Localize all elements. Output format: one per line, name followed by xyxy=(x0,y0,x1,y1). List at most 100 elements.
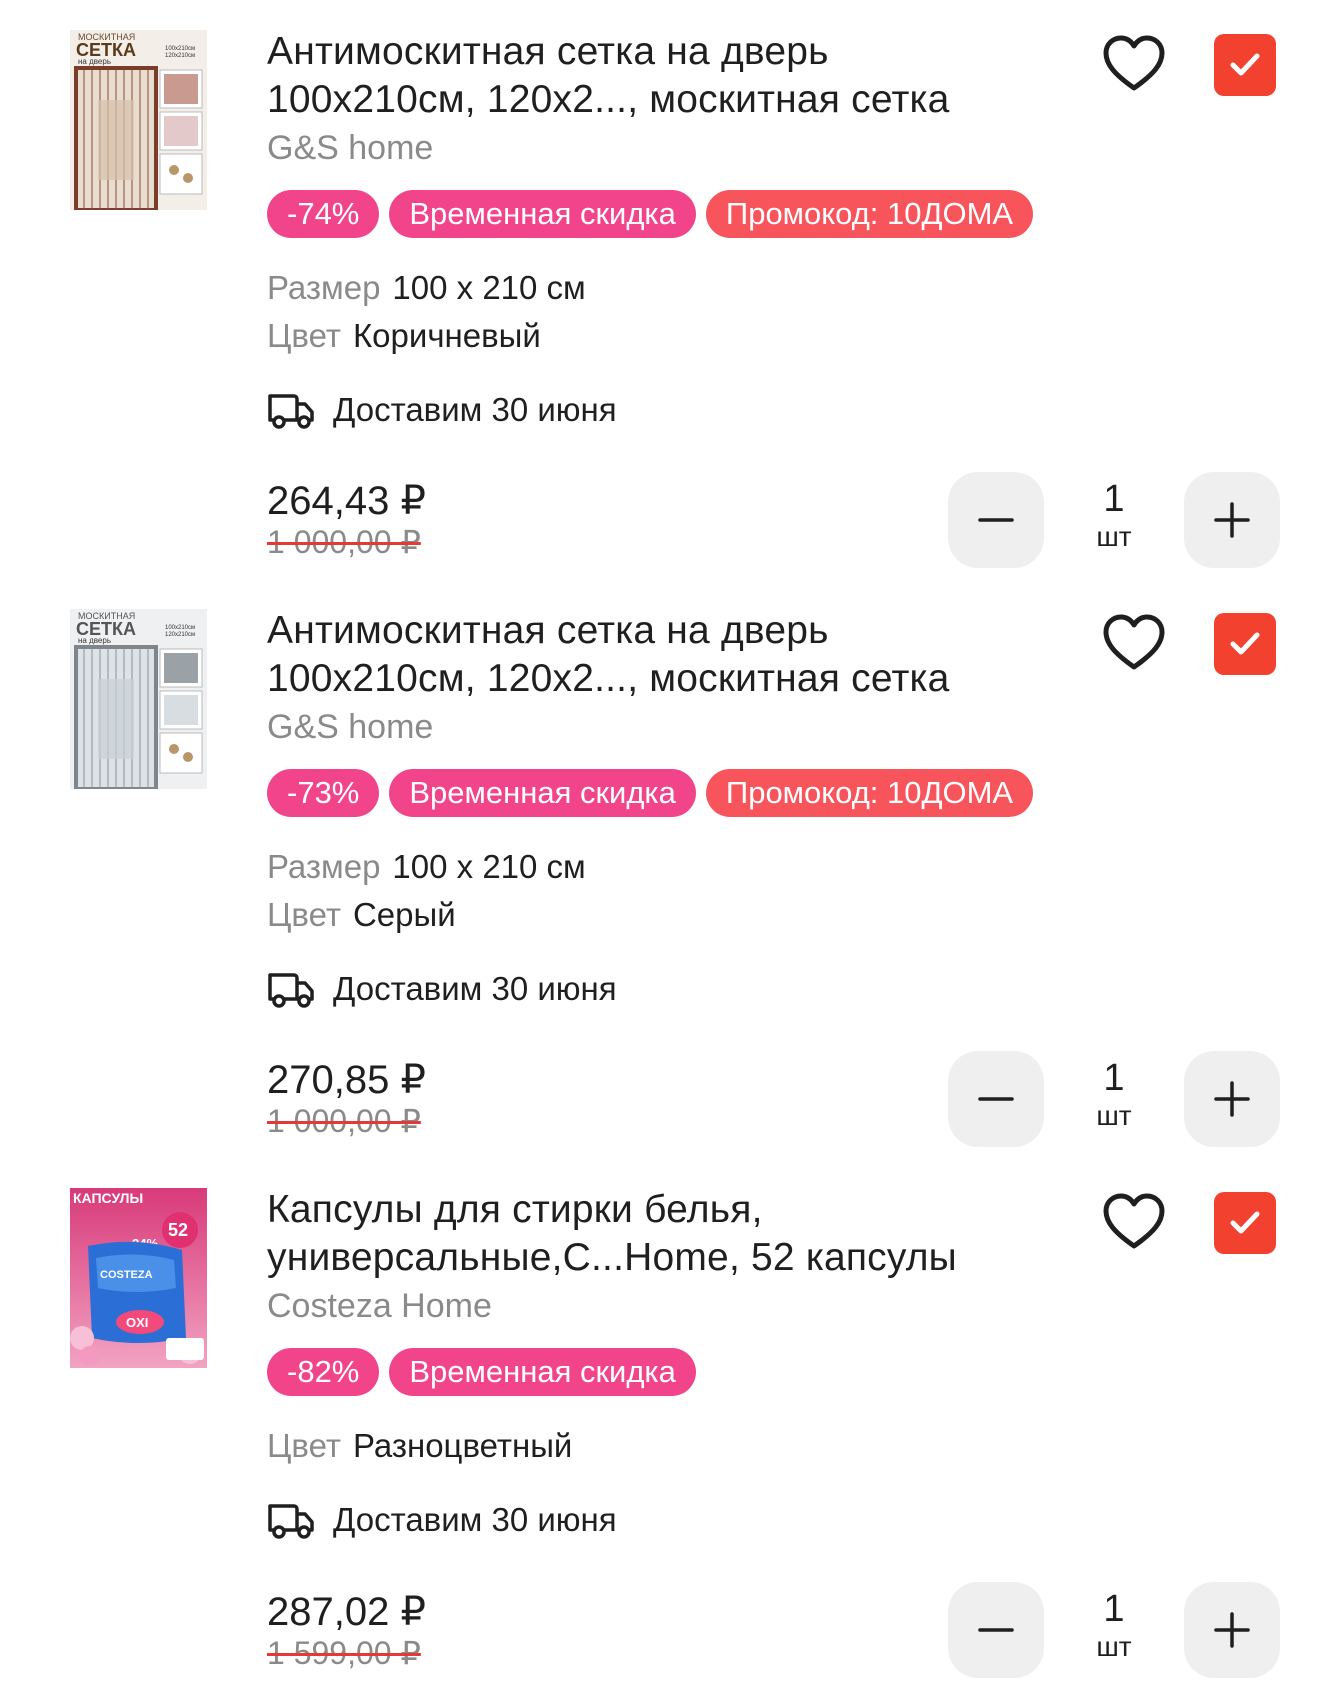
size-label: Размер xyxy=(267,848,381,885)
svg-text:OXI: OXI xyxy=(126,1315,148,1330)
temporary-discount-badge: Временная скидка xyxy=(389,190,696,238)
product-title-line: 100х210см, 120х2..., москитная сетка xyxy=(267,78,950,121)
svg-text:на дверь: на дверь xyxy=(78,636,111,645)
heart-outline-icon xyxy=(1103,35,1165,91)
quantity-unit: шт xyxy=(1096,521,1132,552)
product-title[interactable]: Антимоскитная сетка на дверь 100х210см, … xyxy=(267,607,1057,703)
product-properties: Размер 100 x 210 см Цвет Серый xyxy=(267,843,1057,939)
increase-quantity-button[interactable] xyxy=(1184,1051,1280,1147)
truck-icon xyxy=(268,1504,314,1539)
decrease-quantity-button[interactable] xyxy=(948,1051,1044,1147)
quantity-value: 1 xyxy=(1103,1057,1125,1099)
favorite-button[interactable] xyxy=(1100,30,1168,98)
color-label: Цвет xyxy=(267,896,341,933)
svg-text:100х210см: 100х210см xyxy=(165,625,195,631)
promo-code-badge: Промокод: 10ДОМА xyxy=(705,769,1034,817)
svg-text:КАПСУЛЫ: КАПСУЛЫ xyxy=(73,1190,143,1206)
plus-icon xyxy=(1214,1081,1250,1117)
decrease-quantity-button[interactable] xyxy=(948,472,1044,568)
increase-quantity-button[interactable] xyxy=(1184,1582,1280,1678)
current-price: 270,85 ₽ xyxy=(267,1058,426,1102)
product-title[interactable]: Капсулы для стирки белья, универсальные,… xyxy=(267,1186,1057,1282)
discount-badge: -73% xyxy=(267,769,380,817)
quantity-display: 1 шт xyxy=(1054,1057,1174,1133)
heart-outline-icon xyxy=(1103,614,1165,670)
heart-outline-icon xyxy=(1103,1193,1165,1249)
plus-icon xyxy=(1214,502,1250,538)
size-label: Размер xyxy=(267,269,381,306)
select-checkbox[interactable] xyxy=(1214,613,1276,675)
badges: -82% Временная скидка xyxy=(267,1348,1057,1396)
discount-badge: -74% xyxy=(267,190,380,238)
quantity-display: 1 шт xyxy=(1054,1588,1174,1664)
brand-name[interactable]: G&S home xyxy=(267,128,1057,168)
old-price: 1 599,00 ₽ xyxy=(267,1635,421,1671)
product-properties: Цвет Разноцветный xyxy=(267,1422,1057,1470)
old-price: 1 000,00 ₽ xyxy=(267,524,421,560)
quantity-unit: шт xyxy=(1096,1631,1132,1662)
quantity-value: 1 xyxy=(1103,478,1125,520)
svg-text:на дверь: на дверь xyxy=(78,57,111,66)
temporary-discount-badge: Временная скидка xyxy=(389,769,696,817)
color-value: Разноцветный xyxy=(352,1427,573,1464)
delivery-date: Доставим 30 июня xyxy=(333,1501,617,1538)
favorite-button[interactable] xyxy=(1100,1188,1168,1256)
product-title-line: 100х210см, 120х2..., москитная сетка xyxy=(267,657,950,700)
price-block: 287,02 ₽ 1 599,00 ₽ xyxy=(267,1589,426,1671)
check-icon xyxy=(1230,1211,1260,1234)
select-checkbox[interactable] xyxy=(1214,34,1276,96)
product-info: Антимоскитная сетка на дверь 100х210см, … xyxy=(267,28,1057,434)
color-label: Цвет xyxy=(267,1427,341,1464)
svg-text:120х210см: 120х210см xyxy=(165,53,195,59)
quantity-value: 1 xyxy=(1103,1588,1125,1630)
product-title-line: Антимоскитная сетка на дверь xyxy=(267,609,829,652)
delivery-date: Доставим 30 июня xyxy=(333,970,617,1007)
color-property: Цвет Серый xyxy=(267,891,1057,939)
discount-badge: -82% xyxy=(267,1348,380,1396)
svg-text:100х210см: 100х210см xyxy=(165,46,195,52)
price-block: 270,85 ₽ 1 000,00 ₽ xyxy=(267,1057,426,1139)
delivery-info: Доставим 30 июня xyxy=(267,386,1057,434)
quantity-stepper: 1 шт xyxy=(948,1051,1280,1149)
temporary-discount-badge: Временная скидка xyxy=(389,1348,696,1396)
badges: -73% Временная скидка Промокод: 10ДОМА xyxy=(267,769,1057,817)
favorite-button[interactable] xyxy=(1100,609,1168,677)
color-property: Цвет Коричневый xyxy=(267,312,1057,360)
plus-icon xyxy=(1214,1612,1250,1648)
svg-text:COSTEZA: COSTEZA xyxy=(100,1269,153,1281)
product-title-line: универсальные,С...Home, 52 капсулы xyxy=(267,1236,957,1279)
size-value: 100 x 210 см xyxy=(392,848,586,885)
product-title-line: Антимоскитная сетка на дверь xyxy=(267,30,829,73)
product-info: Антимоскитная сетка на дверь 100х210см, … xyxy=(267,607,1057,1013)
brand-name[interactable]: G&S home xyxy=(267,707,1057,747)
product-image[interactable]: МОСКИТНАЯ СЕТКА на дверь 100х210см 120х2… xyxy=(70,30,207,210)
select-checkbox[interactable] xyxy=(1214,1192,1276,1254)
delivery-date: Доставим 30 июня xyxy=(333,391,617,428)
size-property: Размер 100 x 210 см xyxy=(267,843,1057,891)
color-label: Цвет xyxy=(267,317,341,354)
brand-name[interactable]: Costeza Home xyxy=(267,1286,1057,1326)
truck-icon xyxy=(268,394,314,429)
product-image[interactable]: МОСКИТНАЯ СЕТКА на дверь 100х210см 120х2… xyxy=(70,609,207,789)
check-icon xyxy=(1230,632,1260,655)
svg-text:52: 52 xyxy=(168,1220,188,1240)
quantity-unit: шт xyxy=(1096,1100,1132,1131)
color-value: Коричневый xyxy=(352,317,541,354)
increase-quantity-button[interactable] xyxy=(1184,472,1280,568)
product-title[interactable]: Антимоскитная сетка на дверь 100х210см, … xyxy=(267,28,1057,124)
minus-icon xyxy=(978,1097,1014,1101)
svg-text:120х210см: 120х210см xyxy=(165,632,195,638)
product-properties: Размер 100 x 210 см Цвет Коричневый xyxy=(267,264,1057,360)
product-image[interactable]: КАПСУЛЫ 52 24% COSTEZA OXI xyxy=(70,1188,207,1368)
color-value: Серый xyxy=(352,896,456,933)
price-block: 264,43 ₽ 1 000,00 ₽ xyxy=(267,478,426,560)
color-property: Цвет Разноцветный xyxy=(267,1422,1057,1470)
delivery-info: Доставим 30 июня xyxy=(267,1496,1057,1544)
quantity-stepper: 1 шт xyxy=(948,1582,1280,1680)
quantity-stepper: 1 шт xyxy=(948,472,1280,570)
product-title-line: Капсулы для стирки белья, xyxy=(267,1188,763,1231)
decrease-quantity-button[interactable] xyxy=(948,1582,1044,1678)
product-info: Капсулы для стирки белья, универсальные,… xyxy=(267,1186,1057,1544)
minus-icon xyxy=(978,1628,1014,1632)
size-value: 100 x 210 см xyxy=(392,269,586,306)
